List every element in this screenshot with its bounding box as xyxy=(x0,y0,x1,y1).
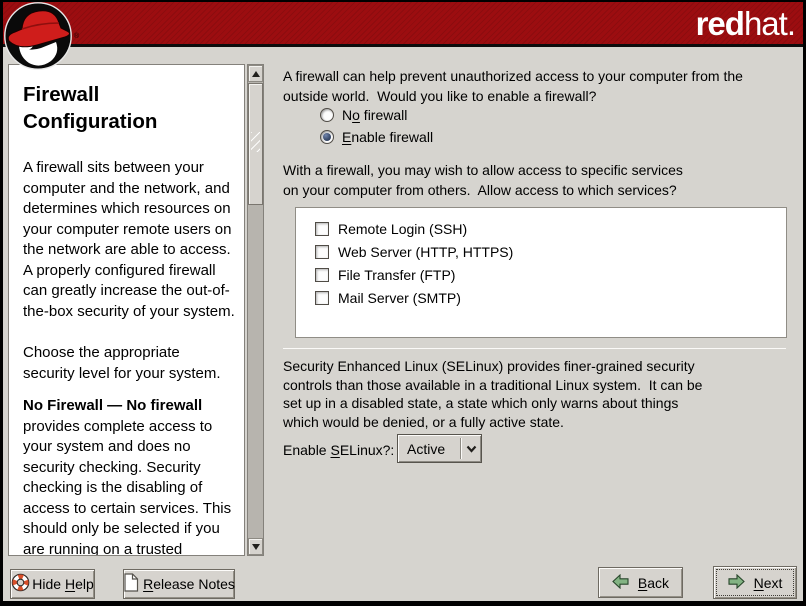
chevron-down-icon xyxy=(462,445,481,453)
checkbox-icon[interactable] xyxy=(315,222,329,236)
radio-label: No firewall xyxy=(342,107,407,123)
help-paragraph: Choose the appropriate security level fo… xyxy=(23,343,238,384)
services-list: Remote Login (SSH) Web Server (HTTP, HTT… xyxy=(295,207,787,338)
redhat-wordmark: redhat. xyxy=(696,4,795,44)
document-icon xyxy=(123,573,139,595)
checkbox-icon[interactable] xyxy=(315,291,329,305)
radio-enable-firewall[interactable]: Enable firewall xyxy=(320,128,433,146)
button-label: Hide Help xyxy=(32,576,94,592)
selinux-dropdown[interactable]: Active xyxy=(397,434,482,463)
help-paragraph: A firewall sits between your computer an… xyxy=(23,158,238,322)
registered-trademark: ® xyxy=(74,33,79,40)
installer-window: ® redhat. Firewall Configuration A firew… xyxy=(0,0,806,606)
service-label: File Transfer (FTP) xyxy=(338,267,455,283)
service-label: Web Server (HTTP, HTTPS) xyxy=(338,244,513,260)
service-checkbox-row[interactable]: File Transfer (FTP) xyxy=(315,263,786,286)
back-button[interactable]: Back xyxy=(598,567,683,598)
next-button[interactable]: Next xyxy=(713,566,797,599)
scrollbar-thumb[interactable] xyxy=(248,83,263,205)
enable-selinux-label: Enable SELinux?: xyxy=(283,442,394,458)
header-banner xyxy=(0,0,806,47)
arrow-left-icon xyxy=(612,574,629,592)
redhat-shadowman-icon xyxy=(3,1,73,71)
checkbox-icon[interactable] xyxy=(315,245,329,259)
life-ring-icon xyxy=(11,573,30,595)
service-checkbox-row[interactable]: Web Server (HTTP, HTTPS) xyxy=(315,240,786,263)
button-label: Release Notes xyxy=(143,576,235,592)
radio-icon[interactable] xyxy=(320,130,334,144)
help-scrollbar-track[interactable] xyxy=(247,64,264,556)
release-notes-button[interactable]: Release Notes xyxy=(123,569,235,599)
service-checkbox-row[interactable]: Mail Server (SMTP) xyxy=(315,286,786,309)
section-separator xyxy=(283,348,786,349)
arrow-down-icon xyxy=(252,544,260,550)
button-label: Next xyxy=(754,575,783,591)
radio-icon[interactable] xyxy=(320,108,334,122)
help-title: Firewall Configuration xyxy=(23,81,238,135)
radio-label: Enable firewall xyxy=(342,129,433,145)
scrollbar-down-button[interactable] xyxy=(248,538,263,555)
hide-help-button[interactable]: Hide Help xyxy=(10,569,95,599)
services-question-text: With a firewall, you may wish to allow a… xyxy=(283,160,683,200)
arrow-right-icon xyxy=(728,574,745,592)
scrollbar-up-button[interactable] xyxy=(248,65,263,82)
button-label: Back xyxy=(638,575,669,591)
arrow-up-icon xyxy=(252,71,260,77)
selinux-description: Security Enhanced Linux (SELinux) provid… xyxy=(283,357,702,431)
checkbox-icon[interactable] xyxy=(315,268,329,282)
help-panel: Firewall Configuration A firewall sits b… xyxy=(8,64,245,556)
service-checkbox-row[interactable]: Remote Login (SSH) xyxy=(315,217,786,240)
service-label: Remote Login (SSH) xyxy=(338,221,467,237)
selinux-dropdown-value: Active xyxy=(398,441,460,457)
firewall-question-text: A firewall can help prevent unauthorized… xyxy=(283,66,743,106)
service-label: Mail Server (SMTP) xyxy=(338,290,461,306)
help-paragraph: No Firewall — No firewall provides compl… xyxy=(23,396,238,556)
radio-no-firewall[interactable]: No firewall xyxy=(320,106,407,124)
